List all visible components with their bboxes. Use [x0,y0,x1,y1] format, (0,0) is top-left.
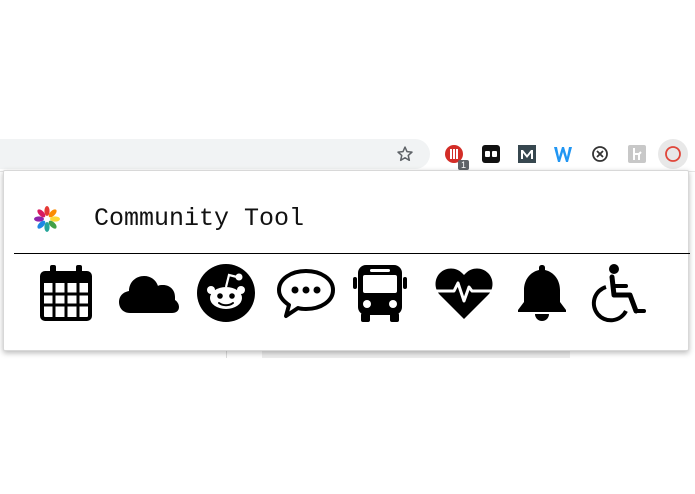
browser-toolbar: 1 [0,137,695,172]
community-tool-extension-icon[interactable] [658,139,688,169]
bus-icon[interactable] [348,261,412,325]
bookmark-star-icon[interactable] [392,141,418,167]
wappalyzer-extension-icon[interactable] [551,142,575,166]
bell-icon[interactable] [510,261,574,325]
tab-manager-extension-icon[interactable] [479,142,503,166]
chat-bubble-icon[interactable] [274,261,338,325]
heartbeat-icon[interactable] [432,261,496,325]
popup-title: Community Tool [94,204,305,233]
clear-cache-extension-icon[interactable] [588,142,612,166]
icon-row [4,261,690,325]
extension-badge: 1 [457,160,469,170]
extension-popup: Community Tool [3,170,690,351]
lastpass-extension-icon[interactable]: 1 [442,142,469,170]
reddit-icon[interactable] [194,261,258,325]
community-tool-logo-icon [32,204,62,234]
wheelchair-icon[interactable] [588,261,652,325]
title-divider [14,253,690,254]
address-bar[interactable] [0,139,430,169]
hiveage-extension-icon[interactable] [625,142,649,166]
cloud-icon[interactable] [116,261,180,325]
mailtrack-extension-icon[interactable] [515,142,539,166]
calendar-icon[interactable] [34,261,98,325]
